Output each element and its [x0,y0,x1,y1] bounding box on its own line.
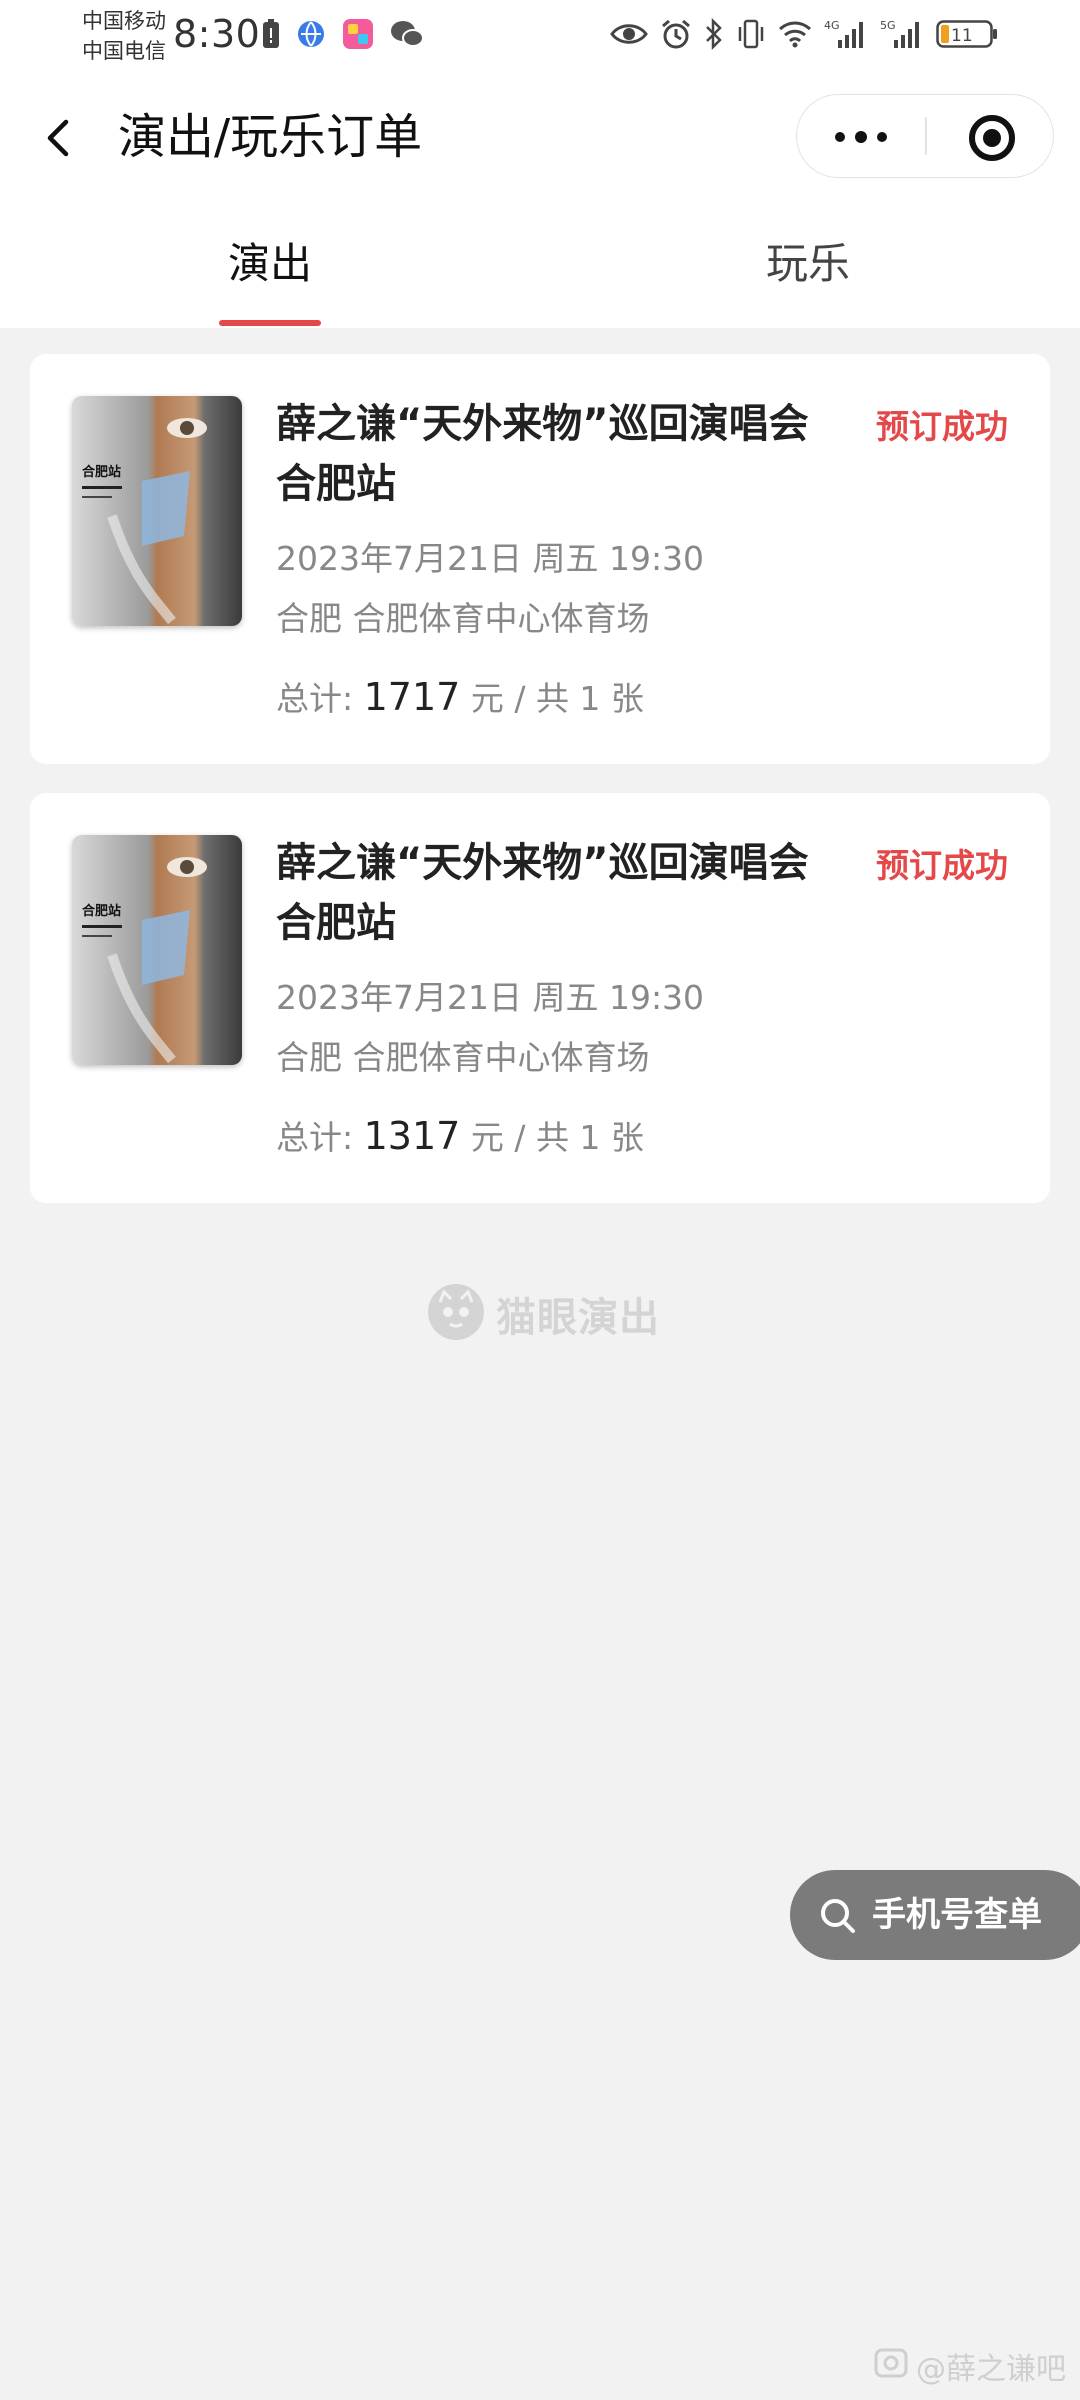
status-bar: 中国移动 中国电信 8:30 4G 5G 11 [0,0,1080,76]
more-dot [855,131,867,143]
event-datetime: 2023年7月21日 周五 19:30 [276,539,705,578]
order-card[interactable]: 合肥站 薛之谦“天外来物”巡回演唱会合肥站 预订成功 2023年7月21日 周五… [30,354,1050,764]
tab-entertainment[interactable]: 玩乐 [708,228,908,300]
signal-5g-icon: 5G [880,18,924,54]
back-button[interactable] [30,102,86,172]
total-suffix: 元 / 共 1 张 [470,1118,644,1157]
order-total: 总计: 1317 元 / 共 1 张 [276,1111,644,1159]
order-card[interactable]: 合肥站 薛之谦“天外来物”巡回演唱会合肥站 预订成功 2023年7月21日 周五… [30,793,1050,1203]
svg-text:合肥站: 合肥站 [82,903,121,919]
vibrate-icon [736,18,766,54]
svg-text:5G: 5G [880,19,896,32]
notification-icons [262,18,424,54]
wifi-icon [778,20,812,52]
browser-app-icon [296,19,326,53]
event-venue: 合肥 合肥体育中心体育场 [276,599,650,638]
status-time: 8:30 [173,12,261,56]
total-amount: 1717 [363,675,461,719]
battery-icon: 11 [936,19,998,53]
watermark-text: @薛之谦吧 [916,2352,1066,2387]
system-status-icons: 4G 5G 11 [610,17,998,54]
chevron-left-icon [30,119,86,176]
logo-text: 猫眼演出 [496,1295,660,1341]
total-label: 总计: [276,679,354,718]
camera-icon [874,2346,908,2386]
signal-4g-icon: 4G [824,18,868,54]
phone-lookup-label: 手机号查单 [872,1895,1042,1935]
total-amount: 1317 [363,1114,461,1158]
order-status: 预订成功 [876,846,1008,885]
svg-text:11: 11 [951,26,973,46]
event-poster: 合肥站 [72,835,242,1065]
active-tab-indicator [219,320,321,326]
page-title: 演出/玩乐订单 [118,109,423,165]
order-total: 总计: 1717 元 / 共 1 张 [276,672,644,720]
tab-shows[interactable]: 演出 [170,228,370,300]
target-icon-center [983,129,1001,147]
phone-lookup-button[interactable]: 手机号查单 [790,1870,1080,1960]
svg-text:4G: 4G [824,19,840,32]
mini-program-capsule [796,94,1054,178]
event-venue: 合肥 合肥体育中心体育场 [276,1038,650,1077]
more-button[interactable] [797,95,925,177]
carrier-info: 中国移动 中国电信 [82,6,182,66]
header: 中国移动 中国电信 8:30 4G 5G 11 演出/玩乐订单 演出 玩乐 [0,0,1080,328]
total-label: 总计: [276,1118,354,1157]
carrier-2: 中国电信 [82,39,166,63]
event-title: 薛之谦“天外来物”巡回演唱会合肥站 [276,840,809,946]
close-mini-program-button[interactable] [927,95,1053,177]
total-suffix: 元 / 共 1 张 [470,679,644,718]
event-title: 薛之谦“天外来物”巡回演唱会合肥站 [276,401,809,507]
more-dots-icon [835,132,845,142]
event-datetime: 2023年7月21日 周五 19:30 [276,978,705,1017]
bluetooth-icon [704,17,724,54]
alarm-icon [660,18,692,54]
order-status: 预订成功 [876,407,1008,446]
watermark: @薛之谦吧 [874,2344,1066,2388]
maoyan-logo: 猫眼演出 [426,1282,660,1346]
app-notification-icon [342,18,374,54]
more-dot [877,132,887,142]
cat-logo-icon [426,1282,486,1346]
svg-text:合肥站: 合肥站 [82,464,121,480]
search-icon [818,1896,858,1940]
eye-icon [610,21,648,51]
wechat-icon [390,19,424,53]
event-poster: 合肥站 [72,396,242,626]
battery-alert-icon [262,19,280,53]
carrier-1: 中国移动 [82,9,166,33]
